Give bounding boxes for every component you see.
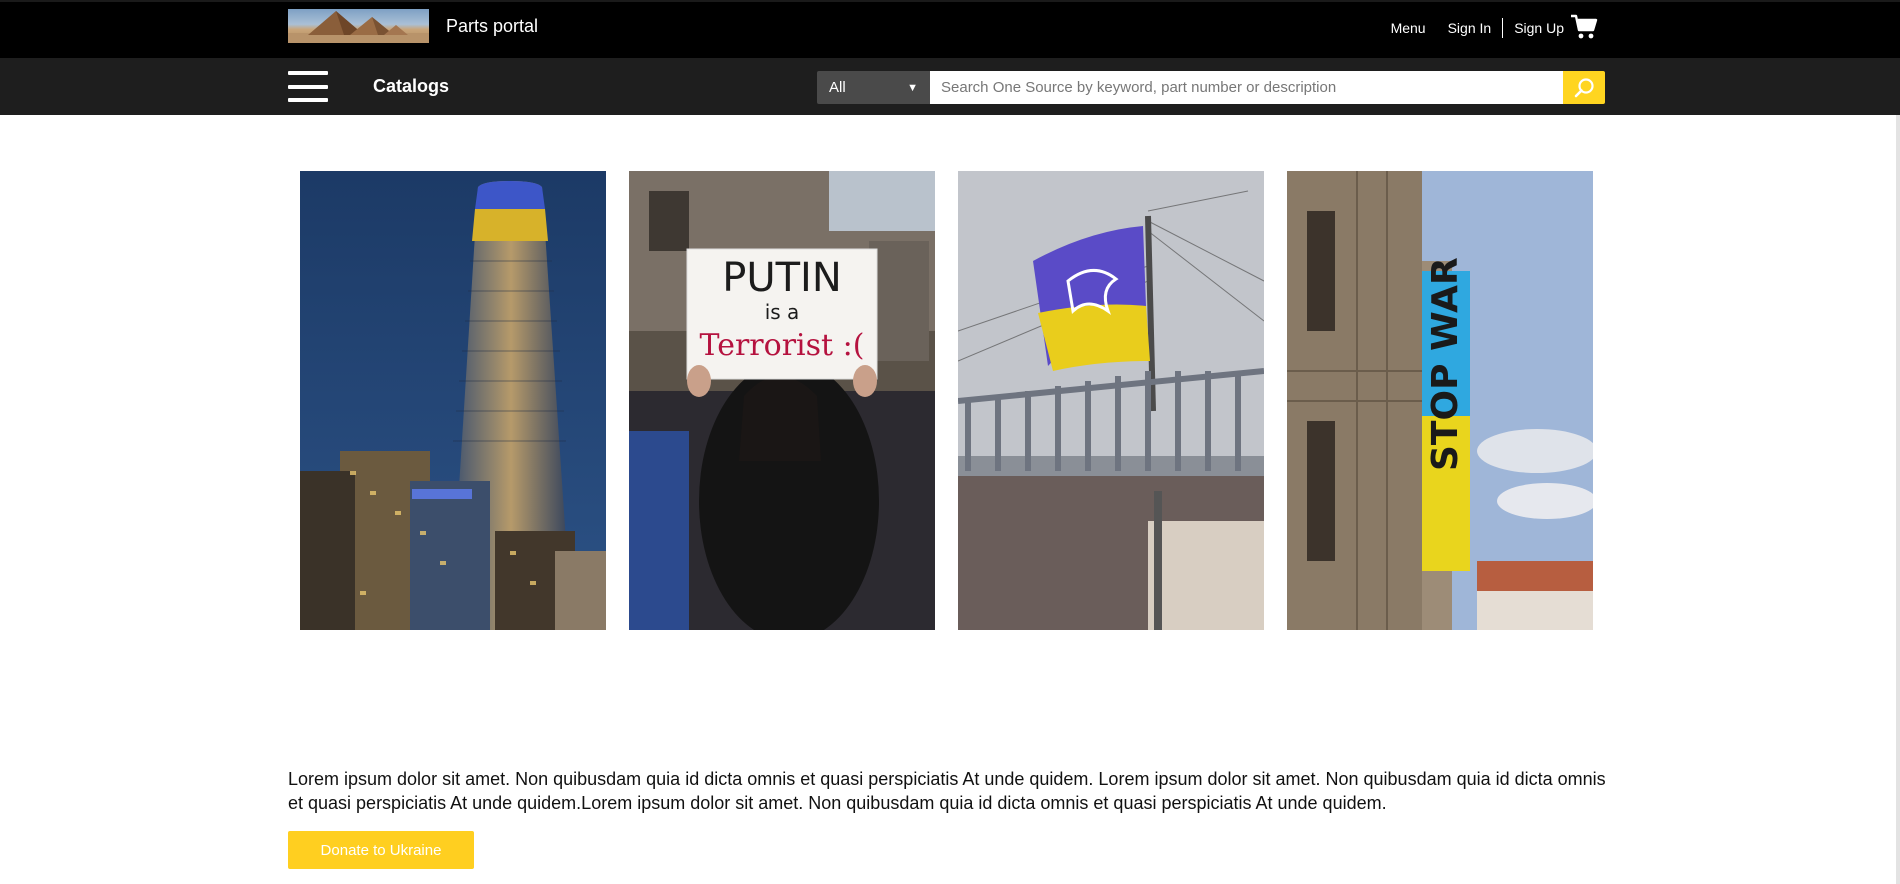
sign-line-1: PUTIN <box>722 255 842 301</box>
shopping-cart-icon[interactable] <box>1570 14 1598 40</box>
top-links: Menu Sign In Sign Up <box>1391 18 1564 38</box>
search-input[interactable] <box>930 71 1563 104</box>
link-divider <box>1502 18 1504 38</box>
donate-button[interactable]: Donate to Ukraine <box>288 831 474 869</box>
hamburger-menu-icon[interactable] <box>288 71 328 102</box>
sign-line-2: is a <box>765 300 800 324</box>
search-category-value: All <box>829 79 846 96</box>
pyramids-logo[interactable] <box>288 9 429 43</box>
sign-up-link[interactable]: Sign Up <box>1514 20 1564 36</box>
catalogs-label[interactable]: Catalogs <box>373 76 449 97</box>
portal-title: Parts portal <box>446 16 539 36</box>
sign-in-link[interactable]: Sign In <box>1448 20 1492 36</box>
banner-text: STOP WAR <box>1425 257 1466 471</box>
search-button[interactable] <box>1563 71 1605 104</box>
caret-down-icon: ▼ <box>907 81 918 94</box>
search-bar: All ▼ <box>817 71 1605 104</box>
photo-gallery: PUTIN is a Terrorist :(STOP WAR <box>300 171 1593 630</box>
top-header: Parts portal Menu Sign In Sign Up <box>0 0 1900 58</box>
page-scrollbar[interactable] <box>1896 115 1900 884</box>
photo-ukraine-flag <box>958 171 1264 630</box>
menu-link[interactable]: Menu <box>1391 20 1426 36</box>
photo-stop-war-banner: STOP WAR <box>1287 171 1593 630</box>
sign-line-3: Terrorist :( <box>700 328 865 363</box>
photo-protester: PUTIN is a Terrorist :( <box>629 171 935 630</box>
search-icon <box>1574 77 1594 97</box>
search-category-select[interactable]: All ▼ <box>817 71 930 104</box>
photo-skyscraper <box>300 171 606 630</box>
navigation-bar: Catalogs All ▼ <box>0 58 1900 115</box>
body-paragraph: Lorem ipsum dolor sit amet. Non quibusda… <box>288 769 1606 813</box>
